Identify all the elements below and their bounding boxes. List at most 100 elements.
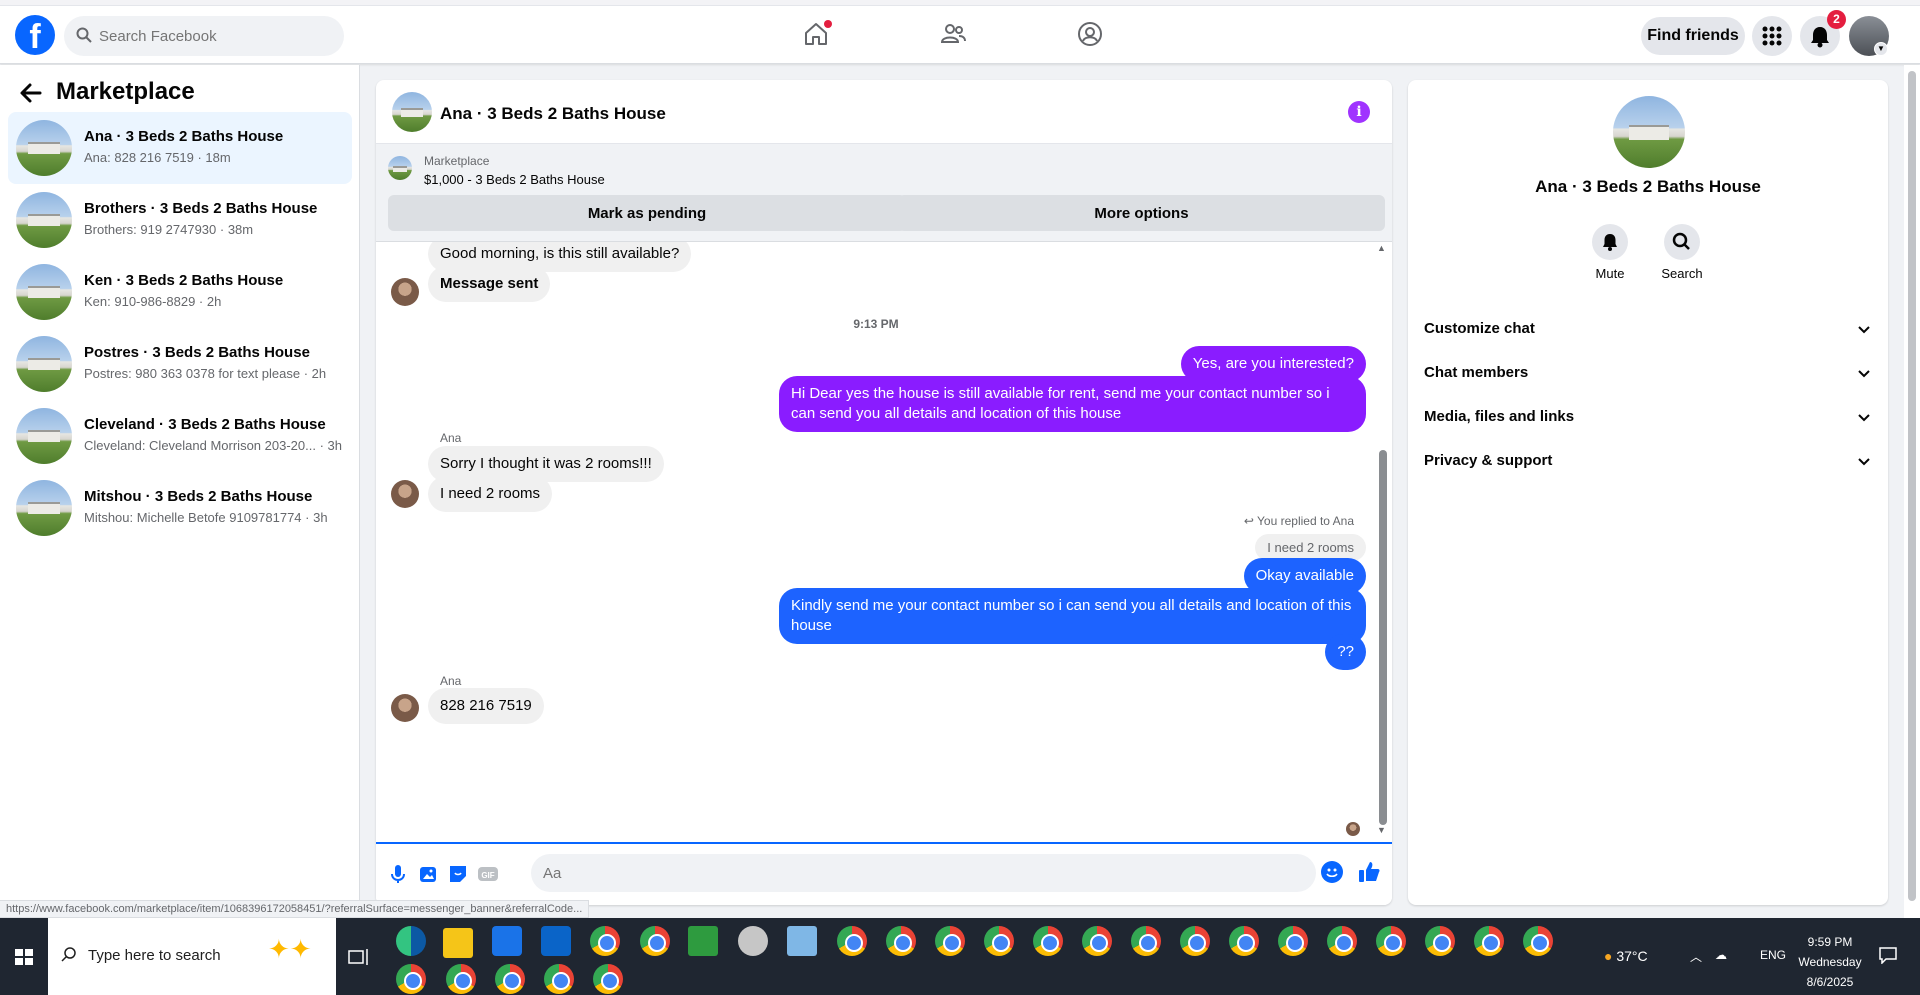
conversation-item-brothers[interactable]: Brothers · 3 Beds 2 Baths House Brothers… <box>8 184 352 256</box>
section-label: Privacy & support <box>1424 452 1553 469</box>
search-box[interactable] <box>64 16 344 56</box>
scroll-down-icon[interactable]: ▼ <box>1377 825 1386 835</box>
sticker-icon[interactable] <box>446 862 470 886</box>
chevron-down-icon[interactable]: ▼ <box>1874 42 1888 56</box>
groups-icon[interactable] <box>1076 20 1104 48</box>
chat-scrollbar[interactable] <box>1379 450 1387 825</box>
tray-overflow-icon[interactable]: ︿ <box>1690 948 1702 965</box>
chrome-icon[interactable] <box>1278 926 1308 956</box>
conversation-item-ken[interactable]: Ken · 3 Beds 2 Baths House Ken: 910-986-… <box>8 256 352 328</box>
taskbar-clock[interactable]: 9:59 PM Wednesday 8/6/2025 <box>1790 932 1870 992</box>
start-button[interactable] <box>0 918 48 995</box>
back-arrow-icon[interactable] <box>18 80 44 106</box>
chrome-icon[interactable] <box>1082 926 1112 956</box>
chrome-icon[interactable] <box>640 926 670 956</box>
marketplace-label: Marketplace <box>424 154 490 168</box>
conversation-name: Postres · 3 Beds 2 Baths House <box>84 344 310 361</box>
search-label: Search <box>1661 266 1703 281</box>
conversation-name: Ken · 3 Beds 2 Baths House <box>84 272 284 289</box>
taskbar-search[interactable]: Type here to search ✦✦ <box>48 918 336 995</box>
marketplace-sidebar: Marketplace Ana · 3 Beds 2 Baths House A… <box>0 65 360 918</box>
chrome-icon[interactable] <box>446 964 476 994</box>
edge-icon[interactable] <box>396 926 426 956</box>
conversation-preview: Postres: 980 363 0378 for text please · … <box>84 366 327 381</box>
chrome-icon[interactable] <box>1376 926 1406 956</box>
menu-button[interactable] <box>1752 16 1792 56</box>
scroll-up-icon[interactable]: ▲ <box>1377 243 1386 253</box>
page-scrollbar-thumb[interactable] <box>1908 71 1916 901</box>
chrome-icon[interactable] <box>495 964 525 994</box>
page-scrollbar[interactable] <box>1904 65 1920 918</box>
search-in-conversation-button[interactable]: Search <box>1652 224 1712 281</box>
chrome-icon[interactable] <box>1180 926 1210 956</box>
mute-button[interactable]: Mute <box>1580 224 1640 281</box>
notepad-icon[interactable] <box>787 926 817 956</box>
chrome-icon[interactable] <box>590 926 620 956</box>
chat-panel: Ana · 3 Beds 2 Baths House i Marketplace… <box>376 80 1392 905</box>
conversation-name: Ana · 3 Beds 2 Baths House <box>84 128 284 145</box>
page-title: Marketplace <box>56 78 195 105</box>
listing-thumbnail <box>16 480 72 536</box>
file-explorer-icon[interactable] <box>443 928 473 958</box>
chrome-icon[interactable] <box>886 926 916 956</box>
chrome-icon[interactable] <box>544 964 574 994</box>
chrome-icon[interactable] <box>837 926 867 956</box>
chevron-down-icon <box>1858 326 1870 334</box>
chrome-icon[interactable] <box>593 964 623 994</box>
friends-icon[interactable] <box>939 20 967 48</box>
conversation-name: Brothers · 3 Beds 2 Baths House <box>84 200 318 217</box>
mute-label: Mute <box>1595 266 1625 281</box>
chrome-icon[interactable] <box>935 926 965 956</box>
weather-widget[interactable]: ● 37°C <box>1604 948 1648 964</box>
microphone-icon[interactable] <box>386 862 410 886</box>
quoted-message[interactable]: I need 2 rooms <box>1255 534 1366 561</box>
top-navigation-bar: f Find friends 2 ▼ <box>0 0 1920 64</box>
action-center-icon[interactable] <box>1878 946 1898 964</box>
customize-chat-section[interactable]: Customize chat <box>1424 308 1872 352</box>
paint-icon[interactable] <box>738 926 768 956</box>
mark-as-pending-button[interactable]: Mark as pending <box>388 195 906 231</box>
chat-members-section[interactable]: Chat members <box>1424 352 1872 396</box>
conversation-item-postres[interactable]: Postres · 3 Beds 2 Baths House Postres: … <box>8 328 352 400</box>
conversation-item-mitshou[interactable]: Mitshou · 3 Beds 2 Baths House Mitshou: … <box>8 472 352 544</box>
message-bubble-incoming: Message sent <box>428 266 551 302</box>
chrome-icon[interactable] <box>1327 926 1357 956</box>
conversation-item-cleveland[interactable]: Cleveland · 3 Beds 2 Baths House Clevela… <box>8 400 352 472</box>
chrome-icon[interactable] <box>1033 926 1063 956</box>
listing-thumbnail[interactable] <box>388 156 412 180</box>
microsoft-store-icon[interactable] <box>492 926 522 956</box>
chrome-icon[interactable] <box>1523 926 1553 956</box>
listing-thumbnail[interactable] <box>1613 96 1685 168</box>
network-icon[interactable]: ☁ <box>1715 948 1727 962</box>
message-input[interactable] <box>531 854 1316 892</box>
chat-title[interactable]: Ana · 3 Beds 2 Baths House <box>440 104 666 124</box>
photo-icon[interactable] <box>416 862 440 886</box>
conversation-item-ana[interactable]: Ana · 3 Beds 2 Baths House Ana: 828 216 … <box>8 112 352 184</box>
facebook-logo[interactable]: f <box>15 15 55 55</box>
gif-icon[interactable]: GIF <box>476 862 500 886</box>
thumbs-up-icon[interactable] <box>1356 859 1382 885</box>
emoji-icon[interactable] <box>1321 861 1343 883</box>
listing-thumbnail[interactable] <box>392 92 432 132</box>
chrome-icon[interactable] <box>396 964 426 994</box>
find-friends-button[interactable]: Find friends <box>1641 17 1745 55</box>
privacy-support-section[interactable]: Privacy & support <box>1424 440 1872 484</box>
message-bubble-incoming: 828 216 7519 <box>428 688 544 724</box>
listing-price-title[interactable]: $1,000 - 3 Beds 2 Baths House <box>424 172 605 187</box>
chrome-icon[interactable] <box>984 926 1014 956</box>
media-files-links-section[interactable]: Media, files and links <box>1424 396 1872 440</box>
info-icon[interactable]: i <box>1348 101 1370 123</box>
clock-time: 9:59 PM <box>1807 935 1853 949</box>
outlook-icon[interactable] <box>541 926 571 956</box>
search-input[interactable] <box>99 16 329 56</box>
spreadsheet-icon[interactable] <box>688 926 718 956</box>
chrome-icon[interactable] <box>1425 926 1455 956</box>
task-view-icon[interactable] <box>348 948 370 966</box>
language-indicator[interactable]: ENG <box>1760 948 1786 962</box>
more-options-button[interactable]: More options <box>898 195 1385 231</box>
chrome-icon[interactable] <box>1131 926 1161 956</box>
search-icon <box>76 27 92 43</box>
weather-temperature: 37°C <box>1616 948 1648 964</box>
chrome-icon[interactable] <box>1474 926 1504 956</box>
chrome-icon[interactable] <box>1229 926 1259 956</box>
